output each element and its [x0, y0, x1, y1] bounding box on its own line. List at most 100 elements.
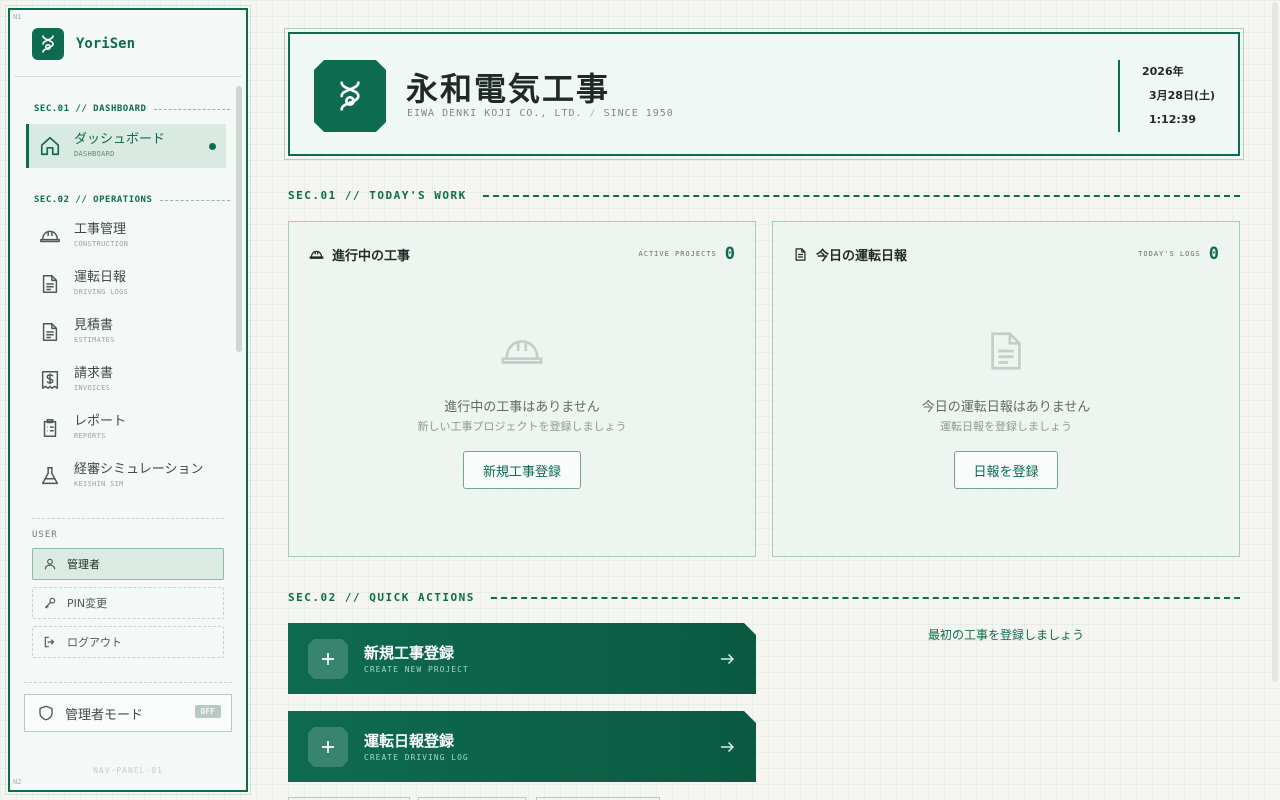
section-label-operations: SEC.02 // OPERATIONS [34, 195, 230, 205]
empty-state-hint: 運転日報を登録しましょう [940, 420, 1072, 433]
sidebar: N1 N2 YoriSen SEC.01 // DASHBOARD ダッシュボー… [5, 5, 251, 795]
card-title-text: 今日の運転日報 [816, 249, 908, 264]
active-indicator-dot [209, 143, 216, 150]
user-account-button[interactable]: 管理者 [32, 548, 224, 580]
date-time-display: 2026年 3月28日(土) 1:12:39 [1142, 60, 1215, 132]
company-header: 1 1 永和電気工事 EIWA DENKI KOJI CO., LTD. / S… [284, 28, 1244, 160]
sidebar-item-estimates[interactable]: 見積書 ESTIMATES [26, 310, 226, 354]
section-label-dashboard: SEC.01 // DASHBOARD [34, 104, 230, 114]
admin-mode-state-badge: OFF [194, 705, 221, 718]
document-icon [38, 320, 62, 344]
admin-divider [24, 682, 232, 683]
empty-state-hint: 新しい工事プロジェクトを登録しましょう [417, 420, 627, 433]
sidebar-item-invoices[interactable]: 請求書 INVOICES [26, 358, 226, 402]
new-project-button[interactable]: 新規工事登録 [463, 451, 581, 489]
date-divider [1118, 60, 1120, 132]
plus-icon [308, 639, 348, 679]
sidebar-item-construction[interactable]: 工事管理 CONSTRUCTION [26, 214, 226, 258]
quick-action-subtitle: CREATE NEW PROJECT [364, 665, 469, 674]
quick-action-subtitle: CREATE DRIVING LOG [364, 753, 469, 762]
arrow-right-icon [718, 738, 736, 760]
sidebar-item-label: 請求書 [74, 366, 114, 381]
header-panel: 永和電気工事 EIWA DENKI KOJI CO., LTD. / SINCE… [288, 32, 1240, 156]
company-subtitle: EIWA DENKI KOJI CO., LTD. / SINCE 1950 [407, 108, 674, 119]
shield-icon [39, 705, 53, 721]
active-projects-count: 0 [724, 244, 735, 264]
sidebar-item-label: レポート [74, 414, 127, 429]
sidebar-item-dashboard[interactable]: ダッシュボード DASHBOARD [26, 124, 226, 168]
sidebar-corner-tag-bottom: N2 [13, 778, 22, 786]
logout-label: ログアウト [67, 636, 122, 649]
section-heading-todays-work: SEC.01 // TODAY'S WORK [288, 189, 1240, 202]
logout-icon [44, 636, 55, 648]
brand-divider [14, 76, 242, 77]
card-title: 進行中の工事 [309, 245, 410, 264]
flask-icon [38, 464, 62, 488]
admin-mode-label: 管理者モード [65, 707, 144, 723]
active-projects-label: ACTIVE PROJECTS [638, 250, 717, 258]
home-icon [38, 134, 62, 158]
quick-action-title: 新規工事登録 [364, 644, 455, 662]
main-scrollbar[interactable] [1272, 2, 1278, 682]
sidebar-item-sublabel: ESTIMATES [74, 336, 115, 344]
card-title: 今日の運転日報 [793, 245, 907, 264]
company-logo-icon [314, 60, 386, 132]
company-name: 永和電気工事 [406, 70, 611, 108]
quick-action-title: 運転日報登録 [364, 732, 455, 750]
receipt-dollar-icon [38, 368, 62, 392]
hard-hat-icon [38, 224, 62, 248]
sidebar-item-reports[interactable]: レポート REPORTS [26, 406, 226, 450]
sidebar-item-sublabel: KEISHIN SIM [74, 480, 124, 488]
pin-change-button[interactable]: PIN変更 [32, 587, 224, 619]
sidebar-item-sublabel: CONSTRUCTION [74, 240, 129, 248]
document-icon [773, 328, 1239, 374]
document-icon [38, 272, 62, 296]
section-heading-text: SEC.02 // QUICK ACTIONS [288, 591, 475, 604]
sidebar-item-label: ダッシュボード [74, 132, 166, 147]
brand-name: YoriSen [76, 36, 136, 52]
sidebar-item-label: 運転日報 [74, 270, 127, 285]
hard-hat-icon [289, 328, 755, 374]
nav-scroll-area[interactable]: SEC.01 // DASHBOARD ダッシュボード DASHBOARD SE… [14, 84, 244, 510]
first-project-hint-link[interactable]: 最初の工事を登録しましょう [906, 626, 1106, 643]
sidebar-item-keishin-sim[interactable]: 経審シミュレーション KEISHIN SIM [26, 454, 226, 498]
company-subtitle-separator: / [589, 108, 597, 119]
plus-icon [308, 727, 348, 767]
section-heading-text: SEC.01 // TODAY'S WORK [288, 189, 467, 202]
logout-button[interactable]: ログアウト [32, 626, 224, 658]
date-year: 2026年 [1142, 65, 1184, 78]
admin-mode-toggle[interactable]: 管理者モード OFF [24, 694, 232, 732]
register-log-button[interactable]: 日報を登録 [954, 451, 1058, 489]
todays-logs-label: TODAY'S LOGS [1138, 250, 1201, 258]
user-name: 管理者 [67, 558, 100, 571]
card-meta: TODAY'S LOGS 0 [1138, 244, 1219, 264]
sidebar-item-sublabel: DRIVING LOGS [74, 288, 129, 296]
date-day: 3月28日(土) [1149, 89, 1216, 102]
clipboard-icon [38, 416, 62, 440]
user-icon [44, 558, 56, 570]
section-label-text: SEC.01 // DASHBOARD [34, 104, 147, 114]
sidebar-scrollbar[interactable] [236, 86, 242, 352]
sidebar-item-label: 見積書 [74, 318, 114, 333]
section-label-text: SEC.02 // OPERATIONS [34, 195, 153, 205]
brand[interactable]: YoriSen [32, 28, 135, 60]
sidebar-item-sublabel: DASHBOARD [74, 150, 115, 158]
sidebar-item-label: 工事管理 [74, 222, 127, 237]
panel-id: NAV-PANEL-01 [93, 766, 163, 775]
sidebar-item-driving-logs[interactable]: 運転日報 DRIVING LOGS [26, 262, 226, 306]
section-heading-quick-actions: SEC.02 // QUICK ACTIONS [288, 591, 1240, 604]
todays-logs-count: 0 [1208, 244, 1219, 264]
company-since: SINCE 1950 [603, 108, 674, 119]
sidebar-item-sublabel: REPORTS [74, 432, 106, 440]
todays-logs-card: 今日の運転日報 TODAY'S LOGS 0 今日の運転日報はありません 運転日… [772, 221, 1240, 557]
sidebar-item-label: 経審シミュレーション [74, 462, 204, 477]
sidebar-corner-tag-top: N1 [13, 13, 22, 21]
company-english-name: EIWA DENKI KOJI CO., LTD. [407, 108, 583, 119]
key-icon [44, 597, 56, 609]
quick-action-driving-log[interactable]: 運転日報登録 CREATE DRIVING LOG [288, 711, 756, 782]
pin-change-label: PIN変更 [67, 597, 108, 610]
document-icon [795, 248, 806, 261]
card-title-text: 進行中の工事 [332, 249, 411, 264]
empty-state-message: 今日の運転日報はありません [921, 400, 1091, 415]
quick-action-new-project[interactable]: 新規工事登録 CREATE NEW PROJECT [288, 623, 756, 694]
